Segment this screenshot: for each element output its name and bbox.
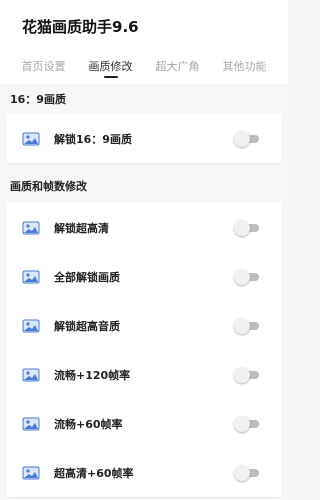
image-icon	[22, 417, 40, 430]
setting-label: 解锁超高音质	[54, 319, 120, 333]
toggle-knob	[234, 130, 250, 147]
image-icon	[22, 466, 40, 479]
tab-other-functions[interactable]: 其他功能	[211, 52, 278, 74]
toggle-knob	[234, 464, 250, 481]
tab-bar: 首页设置 画质修改 超大广角 其他功能	[0, 52, 288, 84]
toggle-switch[interactable]	[234, 415, 260, 432]
app-header: 花猫画质助手9.6	[0, 0, 288, 52]
tab-home-settings[interactable]: 首页设置	[10, 52, 77, 74]
toggle-switch[interactable]	[234, 130, 260, 147]
setting-label: 流畅+120帧率	[54, 368, 131, 382]
toggle-knob	[234, 268, 250, 285]
tab-quality-modify[interactable]: 画质修改	[77, 52, 144, 78]
toggle-switch[interactable]	[234, 317, 260, 334]
setting-row-unlock-16-9[interactable]: 解锁16：9画质	[6, 114, 282, 163]
setting-row-unlock-ultra-audio[interactable]: 解锁超高音质	[6, 301, 282, 350]
setting-row-ultra-hd-60fps[interactable]: 超高清+60帧率	[6, 448, 282, 497]
tab-label: 其他功能	[222, 60, 267, 73]
section-title-quality-fps: 画质和帧数修改	[10, 180, 87, 193]
tab-wide-angle[interactable]: 超大广角	[144, 52, 211, 74]
setting-label: 流畅+60帧率	[54, 417, 123, 431]
image-icon	[22, 368, 40, 381]
toggle-knob	[234, 415, 250, 432]
setting-row-smooth-60fps[interactable]: 流畅+60帧率	[6, 399, 282, 448]
toggle-knob	[234, 366, 250, 383]
setting-label: 解锁超高清	[54, 221, 109, 235]
image-icon	[22, 132, 40, 145]
toggle-switch[interactable]	[234, 219, 260, 236]
tab-label: 超大广角	[155, 60, 200, 73]
tab-label: 画质修改	[88, 60, 133, 73]
setting-label: 全部解锁画质	[54, 270, 120, 284]
toggle-knob	[234, 317, 250, 334]
card-quality-fps: 解锁超高清 全部解锁画质 解锁超高音质 流畅+120帧率 流畅+60帧率 超高清…	[6, 203, 282, 497]
section-title-aspect: 16：9画质	[10, 93, 66, 106]
toggle-switch[interactable]	[234, 464, 260, 481]
setting-row-smooth-120fps[interactable]: 流畅+120帧率	[6, 350, 282, 399]
image-icon	[22, 221, 40, 234]
setting-row-unlock-all-quality[interactable]: 全部解锁画质	[6, 252, 282, 301]
toggle-knob	[234, 219, 250, 236]
image-icon	[22, 319, 40, 332]
setting-row-unlock-ultra-hd[interactable]: 解锁超高清	[6, 203, 282, 252]
active-tab-indicator	[103, 76, 118, 78]
app-root: 花猫画质助手9.6 首页设置 画质修改 超大广角 其他功能 16：9画质 解锁1…	[0, 0, 288, 500]
image-icon	[22, 270, 40, 283]
card-aspect-ratio: 解锁16：9画质	[6, 114, 282, 163]
app-title: 花猫画质助手9.6	[22, 17, 139, 36]
toggle-switch[interactable]	[234, 268, 260, 285]
tab-label: 首页设置	[21, 60, 66, 73]
setting-label: 解锁16：9画质	[54, 132, 132, 146]
setting-label: 超高清+60帧率	[54, 466, 134, 480]
toggle-switch[interactable]	[234, 366, 260, 383]
